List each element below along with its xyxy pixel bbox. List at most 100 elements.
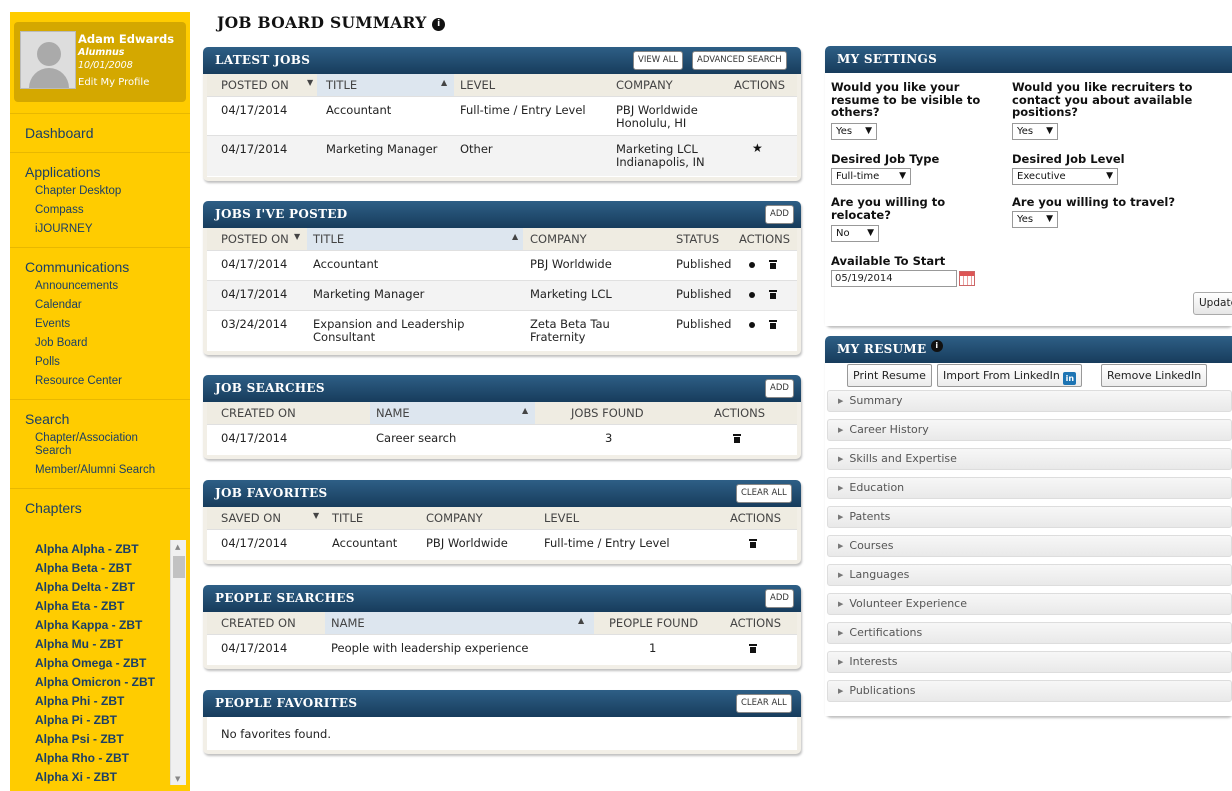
col-company[interactable]: COMPANY [426,511,483,525]
sort-desc-icon[interactable]: ▼ [313,511,319,520]
job-title-link[interactable]: Accountant [332,537,397,550]
col-company[interactable]: COMPANY [616,78,673,92]
search-name-link[interactable]: Career search [376,432,456,445]
col-title[interactable]: TITLE [313,232,344,246]
info-icon[interactable]: i [930,340,943,352]
chapter-item[interactable]: Alpha Phi - ZBT [10,692,190,711]
search-name-link[interactable]: People with leadership experience [331,642,529,655]
col-created-on[interactable]: CREATED ON [221,406,296,420]
nav-item-communication[interactable]: Polls [10,353,190,372]
col-created-on[interactable]: CREATED ON [221,616,296,630]
col-status[interactable]: STATUS [676,232,719,246]
resume-section-toggle[interactable]: ▶ Publications [827,680,1232,702]
nav-item-communication[interactable]: Events [10,315,190,334]
chapter-item[interactable]: Alpha Pi - ZBT [10,711,190,730]
col-name[interactable]: NAME [331,616,365,630]
trash-icon[interactable] [769,260,777,269]
sort-desc-icon[interactable]: ▼ [307,78,313,87]
col-name[interactable]: NAME [376,406,410,420]
job-title-link[interactable]: Marketing Manager [326,143,437,156]
nav-item-application[interactable]: Compass [10,201,190,220]
add-people-search-button[interactable]: ADD [765,589,794,608]
sort-asc-icon[interactable]: ▲ [441,78,447,87]
trash-icon[interactable] [769,320,777,329]
trash-icon[interactable] [749,644,757,653]
nav-item-communication[interactable]: Calendar [10,296,190,315]
trash-icon[interactable] [733,434,741,443]
job-title-link[interactable]: Consultant [313,331,375,344]
info-icon[interactable]: i [432,18,446,31]
avatar[interactable] [20,31,76,89]
edit-profile-link[interactable]: Edit My Profile [78,77,149,88]
chapter-item[interactable]: Alpha Kappa - ZBT [10,616,190,635]
col-title[interactable]: TITLE [332,511,363,525]
calendar-icon[interactable] [959,271,975,286]
import-linkedin-button[interactable]: Import From LinkedIn in [937,364,1083,387]
sort-asc-icon[interactable]: ▲ [512,232,518,241]
chapter-item[interactable]: Alpha Delta - ZBT [10,578,190,597]
add-job-button[interactable]: ADD [765,205,794,224]
add-job-search-button[interactable]: ADD [765,379,794,398]
table-row[interactable]: 04/17/2014 Accountant PBJ Worldwide Full… [207,529,797,557]
recruiters-select[interactable]: Yes ▼ [1012,123,1058,140]
job-level-select[interactable]: Executive ▼ [1012,168,1118,185]
clear-all-people-favorites-button[interactable]: CLEAR ALL [736,694,792,713]
chapter-item[interactable]: Alpha Beta - ZBT [10,559,190,578]
nav-item-communication[interactable]: Announcements [10,277,190,296]
table-row[interactable]: 04/17/2014 Accountant PBJ Worldwide Publish… [207,250,797,280]
resume-section-toggle[interactable]: ▶ Career History [827,419,1232,441]
trash-icon[interactable] [769,290,777,299]
chapter-item[interactable]: Alpha Alpha - ZBT [10,540,190,559]
chapter-item[interactable]: Alpha Rho - ZBT [10,749,190,768]
nav-item-chapter-search[interactable]: Chapter/Association Search [10,429,190,458]
table-row[interactable]: 04/17/2014 People with leadership experi… [207,634,797,662]
sort-asc-icon[interactable]: ▲ [522,406,528,415]
trash-icon[interactable] [749,539,757,548]
resume-section-toggle[interactable]: ▶ Education [827,477,1232,499]
col-jobs-found[interactable]: JOBS FOUND [571,406,644,420]
col-posted-on[interactable]: POSTED ON [221,78,289,92]
table-row[interactable]: 03/24/2014 Expansion and Leadership Consul… [207,310,797,351]
resume-section-toggle[interactable]: ▶ Volunteer Experience [827,593,1232,615]
chapter-scrollbar[interactable]: ▲ ▼ [170,540,186,785]
col-level[interactable]: LEVEL [544,511,579,525]
job-title-link[interactable]: Accountant [313,258,378,271]
table-row[interactable]: 04/17/2014 Marketing Manager Marketing LCL… [207,280,797,310]
job-type-select[interactable]: Full-time ▼ [831,168,911,185]
chapter-item[interactable]: Alpha Omega - ZBT [10,654,190,673]
nav-item-member-search[interactable]: Member/Alumni Search [10,458,190,480]
table-row[interactable]: 04/17/2014 Accountant Full-time / Entry … [207,96,797,135]
favorite-star-icon[interactable]: ★ [752,142,763,155]
status-dot-icon[interactable] [749,292,755,298]
chapter-item[interactable]: Alpha Xi - ZBT [10,768,190,787]
scroll-up-icon[interactable]: ▲ [175,543,180,551]
job-title-link[interactable]: Marketing Manager [313,288,424,301]
view-all-button[interactable]: VIEW ALL [633,51,684,70]
table-row[interactable]: 04/17/2014 Career search 3 [207,424,797,452]
sort-desc-icon[interactable]: ▼ [294,232,300,241]
print-resume-button[interactable]: Print Resume [847,364,932,387]
resume-section-toggle[interactable]: ▶ Patents [827,506,1232,528]
chapter-item[interactable]: Alpha Psi - ZBT [10,730,190,749]
chapter-item[interactable]: Alpha Omicron - ZBT [10,673,190,692]
resume-section-toggle[interactable]: ▶ Skills and Expertise [827,448,1232,470]
chapter-list[interactable]: Alpha Alpha - ZBT Alpha Beta - ZBT Alpha D… [10,540,190,785]
start-date-input[interactable]: 05/19/2014 [831,270,957,287]
scroll-thumb[interactable] [173,556,185,578]
nav-item-application[interactable]: iJOURNEY [10,220,190,239]
advanced-search-button[interactable]: ADVANCED SEARCH [692,51,787,70]
resume-section-toggle[interactable]: ▶ Courses [827,535,1232,557]
col-posted-on[interactable]: POSTED ON [221,232,289,246]
remove-linkedin-button[interactable]: Remove LinkedIn [1101,364,1208,387]
col-saved-on[interactable]: SAVED ON [221,511,281,525]
table-row[interactable]: 04/17/2014 Marketing Manager Other Marke… [207,135,797,176]
col-title[interactable]: TITLE [326,78,357,92]
chapter-item[interactable]: Alpha Mu - ZBT [10,635,190,654]
clear-all-job-favorites-button[interactable]: CLEAR ALL [736,484,792,503]
resume-section-toggle[interactable]: ▶ Languages [827,564,1232,586]
col-people-found[interactable]: PEOPLE FOUND [609,616,698,630]
resume-section-toggle[interactable]: ▶ Summary [827,390,1232,412]
scroll-down-icon[interactable]: ▼ [175,775,180,783]
status-dot-icon[interactable] [749,262,755,268]
resume-section-toggle[interactable]: ▶ Interests [827,651,1232,673]
